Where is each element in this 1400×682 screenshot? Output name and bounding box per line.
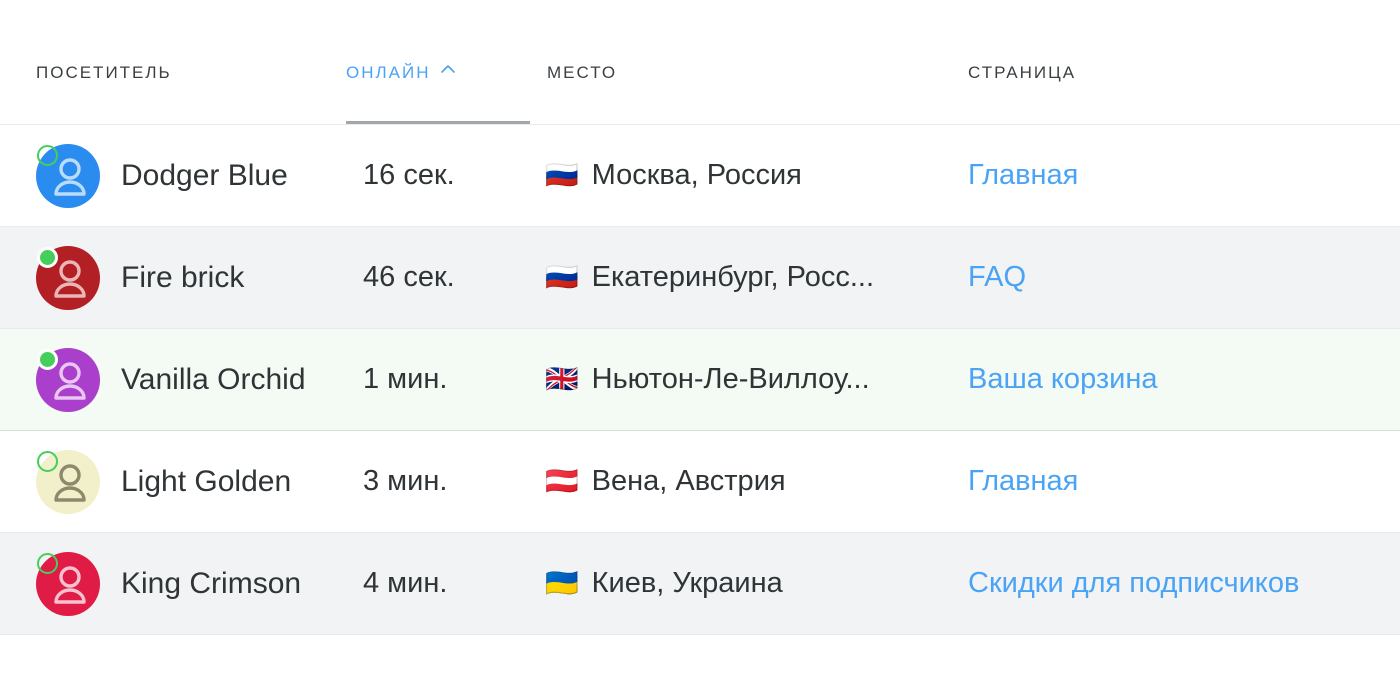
visitor-name: Vanilla Orchid — [121, 362, 306, 396]
cell-visitor: Vanilla Orchid — [36, 347, 306, 412]
flag-russia-icon: 🇷🇺 — [545, 262, 579, 293]
avatar — [36, 551, 100, 616]
online-duration: 4 мин. — [363, 567, 448, 599]
cell-place: 🇷🇺 Москва, Россия — [545, 159, 802, 192]
visitor-name: King Crimson — [121, 566, 302, 600]
status-online-badge — [37, 144, 58, 166]
column-header-page[interactable]: СТРАНИЦА — [968, 54, 1076, 124]
cell-online: 1 мин. — [363, 363, 447, 396]
flag-united-kingdom-icon: 🇬🇧 — [545, 364, 579, 395]
cell-visitor: Fire brick — [36, 245, 245, 310]
page-link[interactable]: FAQ — [968, 261, 1026, 294]
online-duration: 16 сек. — [363, 159, 455, 191]
online-duration: 1 мин. — [363, 363, 448, 395]
status-online-badge — [37, 246, 58, 268]
column-header-online[interactable]: ОНЛАЙН — [346, 54, 530, 124]
cell-page: Скидки для подписчиков — [968, 567, 1299, 600]
flag-austria-icon: 🇦🇹 — [545, 466, 579, 497]
table-row[interactable]: King Crimson 4 мин. 🇺🇦 Киев, Украина Ски… — [0, 533, 1400, 635]
place-text: Екатеринбург, Росс... — [591, 261, 875, 293]
table-row[interactable]: Dodger Blue 16 сек. 🇷🇺 Москва, Россия Гл… — [0, 125, 1400, 227]
visitor-rows: Dodger Blue 16 сек. 🇷🇺 Москва, Россия Гл… — [0, 125, 1400, 635]
online-visitors-panel: ПОСЕТИТЕЛЬ ОНЛАЙН МЕСТО СТРАНИЦА Dodger … — [0, 0, 1400, 682]
cell-online: 16 сек. — [363, 159, 455, 192]
cell-place: 🇦🇹 Вена, Австрия — [545, 465, 786, 498]
cell-place: 🇺🇦 Киев, Украина — [545, 567, 783, 600]
avatar — [36, 347, 100, 412]
table-header: ПОСЕТИТЕЛЬ ОНЛАЙН МЕСТО СТРАНИЦА — [0, 0, 1400, 125]
cell-page: FAQ — [968, 261, 1026, 294]
place-text: Москва, Россия — [591, 159, 802, 191]
page-link[interactable]: Главная — [968, 159, 1078, 192]
cell-page: Ваша корзина — [968, 363, 1158, 396]
place-text: Вена, Австрия — [591, 465, 786, 497]
column-header-place[interactable]: МЕСТО — [547, 54, 617, 124]
visitor-name: Dodger Blue — [121, 158, 288, 192]
cell-place: 🇬🇧 Ньютон-Ле-Виллоу... — [545, 363, 870, 396]
status-online-badge — [37, 450, 58, 472]
status-online-badge — [37, 552, 58, 574]
table-row[interactable]: Fire brick 46 сек. 🇷🇺 Екатеринбург, Росс… — [0, 227, 1400, 329]
flag-russia-icon: 🇷🇺 — [545, 160, 579, 191]
avatar — [36, 143, 100, 208]
online-duration: 46 сек. — [363, 261, 455, 293]
table-row[interactable]: Light Golden 3 мин. 🇦🇹 Вена, Австрия Гла… — [0, 431, 1400, 533]
cell-visitor: King Crimson — [36, 551, 302, 616]
cell-page: Главная — [968, 159, 1078, 192]
cell-visitor: Light Golden — [36, 449, 292, 514]
visitor-name: Fire brick — [121, 260, 245, 294]
page-link[interactable]: Скидки для подписчиков — [968, 567, 1299, 600]
chevron-up-icon — [440, 64, 455, 74]
column-header-page-label: СТРАНИЦА — [968, 63, 1077, 82]
table-row[interactable]: Vanilla Orchid 1 мин. 🇬🇧 Ньютон-Ле-Вилло… — [0, 329, 1400, 431]
flag-ukraine-icon: 🇺🇦 — [545, 568, 579, 599]
place-text: Киев, Украина — [591, 567, 783, 599]
cell-online: 4 мин. — [363, 567, 447, 600]
cell-page: Главная — [968, 465, 1078, 498]
cell-visitor: Dodger Blue — [36, 143, 288, 208]
cell-online: 46 сек. — [363, 261, 455, 294]
online-duration: 3 мин. — [363, 465, 448, 497]
column-header-online-label: ОНЛАЙН — [346, 63, 431, 82]
avatar — [36, 245, 100, 310]
column-header-visitor[interactable]: ПОСЕТИТЕЛЬ — [36, 54, 172, 124]
page-link[interactable]: Ваша корзина — [968, 363, 1158, 396]
visitor-name: Light Golden — [121, 464, 292, 498]
cell-place: 🇷🇺 Екатеринбург, Росс... — [545, 261, 874, 294]
column-header-place-label: МЕСТО — [547, 63, 618, 82]
column-header-visitor-label: ПОСЕТИТЕЛЬ — [36, 63, 172, 82]
place-text: Ньютон-Ле-Виллоу... — [591, 363, 870, 395]
page-link[interactable]: Главная — [968, 465, 1078, 498]
cell-online: 3 мин. — [363, 465, 447, 498]
status-online-badge — [37, 348, 58, 370]
avatar — [36, 449, 100, 514]
